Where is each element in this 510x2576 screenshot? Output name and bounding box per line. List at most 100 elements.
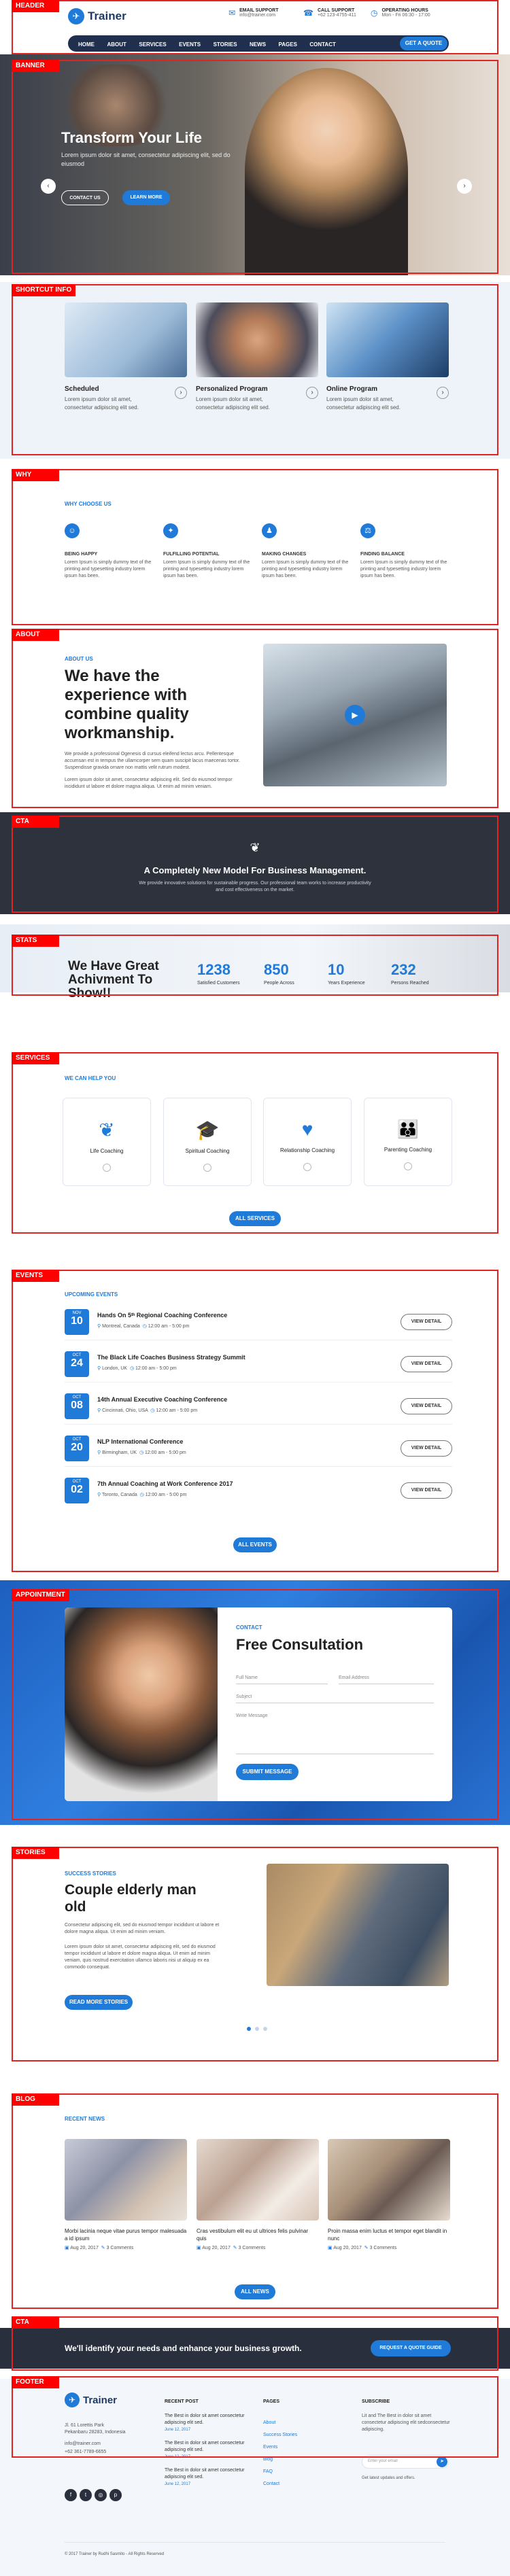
nav-about[interactable]: ABOUT — [102, 37, 131, 53]
nav-home[interactable]: HOME — [73, 37, 99, 53]
pinterest-icon[interactable]: p — [109, 2489, 122, 2501]
arrow-right-icon[interactable]: › — [437, 387, 449, 399]
shortcut-item-3[interactable]: Online Program Lorem ipsum dolor sit ame… — [326, 385, 449, 412]
prev-slide-button[interactable]: ‹ — [41, 179, 56, 194]
nav-contact[interactable]: CONTACT — [305, 37, 341, 53]
event-row: OCT 24 The Black Life Coaches Business St… — [65, 1347, 452, 1382]
nav-pages[interactable]: PAGES — [273, 37, 301, 53]
subject-field[interactable]: Subject — [236, 1694, 434, 1703]
submit-message-button[interactable]: SUBMIT MESSAGE — [236, 1764, 299, 1780]
footer-link[interactable]: Success Stories — [263, 2429, 297, 2441]
event-meta: ⚲ London, UK ◷ 12:00 am - 5:00 pm — [97, 1366, 177, 1371]
recent-post-2[interactable]: The Best in dolor sit amet consectetur a… — [165, 2440, 253, 2459]
logo[interactable]: ✈ Trainer — [68, 8, 126, 24]
banner: Transform Your Life Lorem ipsum dolor si… — [0, 54, 510, 275]
cta-quote-text: We'll identify your needs and enhance yo… — [65, 2344, 302, 2353]
facebook-icon[interactable]: f — [65, 2489, 77, 2501]
event-title[interactable]: The Black Life Coaches Business Strategy… — [97, 1354, 245, 1361]
stories: SUCCESS STORIES Couple elderly man old C… — [0, 1849, 510, 2053]
services: WE CAN HELP YOU ❦ Life Coaching 🎓 Spirit… — [0, 1050, 510, 1234]
blog-post-1: Morbi lacinia neque vitae purus tempor m… — [65, 2228, 187, 2250]
banner-title: Transform Your Life — [61, 129, 203, 146]
full-name-field[interactable]: Full Name — [236, 1675, 328, 1684]
event-row: OCT 08 14th Annual Executive Coaching Con… — [65, 1389, 452, 1425]
subscribe-text: Lit and The Best in dolor sit amet conse… — [362, 2414, 450, 2432]
email-field[interactable]: Email Address — [339, 1675, 434, 1684]
events-label: UPCOMING EVENTS — [65, 1291, 118, 1298]
about-label: ABOUT US — [65, 656, 93, 662]
recent-post-3[interactable]: The Best in dolor sit amet consectetur a… — [165, 2467, 253, 2486]
footer-divider — [65, 2542, 445, 2543]
view-detail-button[interactable]: VIEW DETAIL — [401, 1398, 452, 1414]
carousel-dots[interactable] — [245, 2022, 269, 2034]
next-slide-button[interactable]: › — [457, 179, 472, 194]
banner-learn-button[interactable]: LEARN MORE — [122, 190, 170, 205]
blog-photo-2[interactable] — [197, 2139, 319, 2221]
service-card-spiritual[interactable]: 🎓 Spiritual Coaching — [163, 1098, 252, 1186]
event-row: OCT 02 7th Annual Coaching at Work Confer… — [65, 1474, 452, 1509]
event-title[interactable]: 14th Annual Executive Coaching Conferenc… — [97, 1396, 227, 1403]
all-events-button[interactable]: ALL EVENTS — [233, 1537, 277, 1552]
recent-post-1[interactable]: The Best in dolor sit amet consectetur a… — [165, 2413, 253, 2432]
service-card-life[interactable]: ❦ Life Coaching — [63, 1098, 151, 1186]
blog-photo-1[interactable] — [65, 2139, 187, 2221]
footer-logo[interactable]: ✈ Trainer — [65, 2392, 117, 2407]
subscribe-input[interactable]: Enter your email ➤ — [362, 2455, 449, 2469]
footer-email[interactable]: info@trainer.com — [65, 2440, 101, 2448]
all-services-button[interactable]: ALL SERVICES — [229, 1211, 281, 1226]
cta-business: ❦ A Completely New Model For Business Ma… — [0, 812, 510, 914]
view-detail-button[interactable]: VIEW DETAIL — [401, 1314, 452, 1330]
arrow-right-icon[interactable]: › — [175, 387, 187, 399]
play-icon[interactable]: ▶ — [345, 705, 365, 725]
story-paragraph-2: Lorem ipsum dolor sit amet, consectetur … — [65, 1945, 216, 1970]
view-detail-button[interactable]: VIEW DETAIL — [401, 1440, 452, 1457]
footer-link[interactable]: Contact — [263, 2478, 297, 2490]
blog-photo-3[interactable] — [328, 2139, 450, 2221]
send-icon[interactable]: ➤ — [437, 2456, 447, 2467]
request-quote-button[interactable]: REQUEST A QUOTE GUIDE — [371, 2340, 451, 2356]
service-card-relationship[interactable]: ♥ Relationship Coaching — [263, 1098, 352, 1186]
cta-tag: CTA — [12, 816, 59, 828]
about-video-thumbnail[interactable]: ▶ — [263, 644, 447, 786]
service-card-parenting[interactable]: 👪 Parenting Coaching — [364, 1098, 452, 1186]
view-detail-button[interactable]: VIEW DETAIL — [401, 1356, 452, 1372]
stats-tag: STATS — [12, 935, 59, 947]
message-field[interactable]: Write Message — [236, 1713, 434, 1754]
footer-link[interactable]: Blog — [263, 2454, 297, 2466]
get-quote-button[interactable]: GET A QUOTE — [400, 37, 447, 50]
blog: RECENT NEWS Morbi lacinia neque vitae pu… — [0, 2097, 510, 2308]
appointment-title: Free Consultation — [236, 1636, 364, 1653]
arrow-circle-icon[interactable] — [303, 1163, 311, 1171]
stat-persons: 232 Persons Reached — [391, 961, 429, 986]
nav-services[interactable]: SERVICES — [134, 37, 171, 53]
phone-icon: ☎ — [303, 8, 313, 18]
shortcut-item-2[interactable]: Personalized Program Lorem ipsum dolor s… — [196, 385, 318, 412]
event-title[interactable]: NLP International Conference — [97, 1438, 183, 1445]
instagram-icon[interactable]: ◎ — [95, 2489, 107, 2501]
twitter-icon[interactable]: t — [80, 2489, 92, 2501]
event-title[interactable]: Hands On 5ᵗʰ Regional Coaching Conferenc… — [97, 1312, 227, 1319]
blog-post-3: Proin massa enim luctus et tempor eget b… — [328, 2228, 447, 2250]
arrow-right-icon[interactable]: › — [306, 387, 318, 399]
contact-phone: ☎ CALL SUPPORT +62 123-4755-411 — [303, 8, 356, 18]
footer-link[interactable]: About — [263, 2417, 297, 2429]
footer-link[interactable]: FAQ — [263, 2466, 297, 2478]
banner-contact-button[interactable]: CONTACT US — [61, 190, 109, 205]
nav-stories[interactable]: STORIES — [209, 37, 242, 53]
view-detail-button[interactable]: VIEW DETAIL — [401, 1482, 452, 1499]
arrow-circle-icon[interactable] — [203, 1164, 211, 1172]
arrow-circle-icon[interactable] — [103, 1164, 111, 1172]
footer-link[interactable]: Events — [263, 2441, 297, 2454]
shortcut-photo-3 — [326, 302, 449, 377]
arrow-circle-icon[interactable] — [404, 1162, 412, 1170]
graduation-cap-icon: 🎓 — [195, 1119, 220, 1141]
nav-events[interactable]: EVENTS — [174, 37, 205, 53]
event-title[interactable]: 7th Annual Coaching at Work Conference 2… — [97, 1480, 233, 1487]
header-tag: HEADER — [12, 0, 59, 12]
cta-text: We provide innovative solutions for sust… — [139, 881, 371, 892]
date-badge: NOV 10 — [65, 1309, 89, 1335]
read-more-stories-button[interactable]: READ MORE STORIES — [65, 1995, 133, 2010]
all-news-button[interactable]: ALL NEWS — [235, 2284, 275, 2299]
shortcut-item-1[interactable]: Scheduled Lorem ipsum dolor sit amet, co… — [65, 385, 187, 412]
nav-news[interactable]: NEWS — [245, 37, 271, 53]
